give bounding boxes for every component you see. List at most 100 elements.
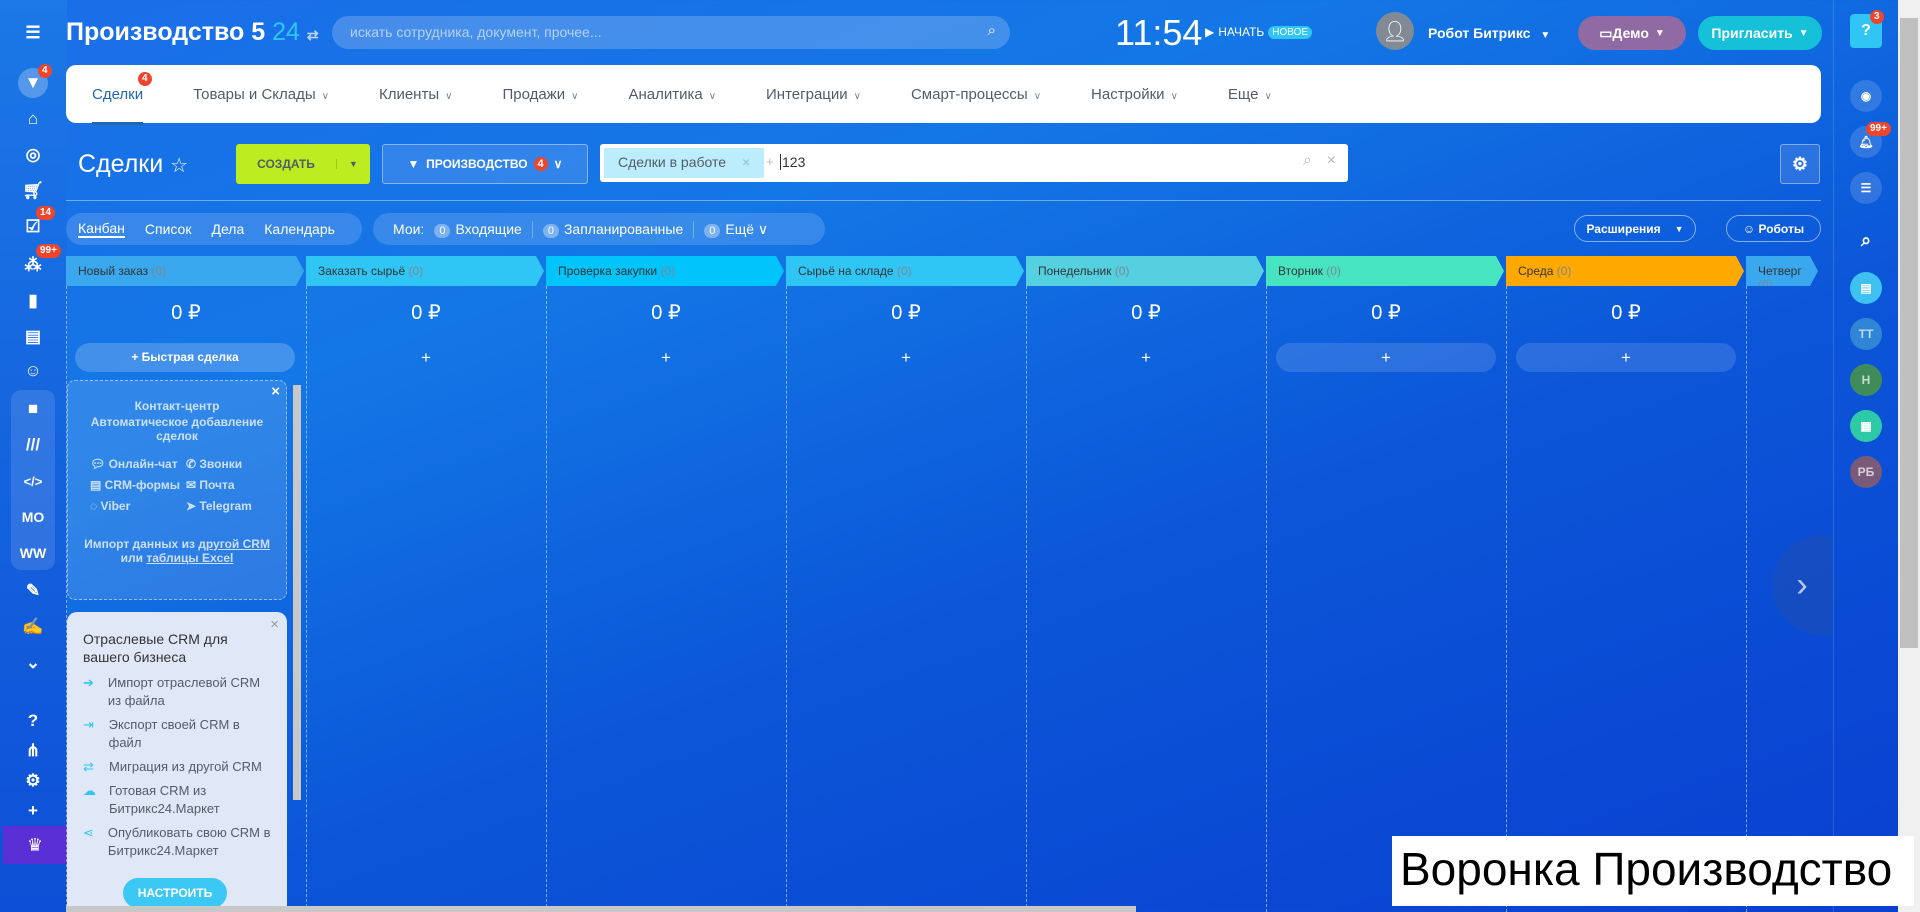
structure-icon[interactable]: ⋔ [18,736,48,766]
groups-icon[interactable]: ⁂ 99+ [18,244,61,280]
counter-more[interactable]: 0 Ещё ∨ [693,220,768,238]
tasks-icon[interactable]: ☑ 14 [18,206,56,242]
counter-planned[interactable]: 0 Запланированные [531,220,683,238]
quick-deal-button[interactable]: + Быстрая сделка [75,343,295,372]
contacts-icon[interactable]: ▤ [18,322,48,352]
nav-deals[interactable]: Сделки 4 [92,71,152,125]
help-icon[interactable]: ? 3 [1850,10,1884,48]
market-icon[interactable]: /// [18,430,48,460]
nav-sales[interactable]: Продажи ∨ [502,86,578,103]
add-deal-button[interactable]: + [1036,343,1256,372]
user-avatar[interactable]: 👤︎ [1376,12,1414,50]
column-header[interactable]: Заказать сырьё (0) [306,256,544,286]
bank-icon[interactable]: ⌂ [18,104,48,134]
tab-activities[interactable]: Дела [211,221,244,237]
global-search-input[interactable]: искать сотрудника, документ, прочее... ⌕ [332,16,1010,49]
configure-button[interactable]: НАСТРОИТЬ [123,878,227,908]
filter-tag[interactable]: Сделки в работе × [604,148,765,178]
horizontal-scrollbar[interactable] [66,906,1136,912]
add-deal-button[interactable]: + [316,343,536,372]
nav-clients[interactable]: Клиенты ∨ [379,86,452,103]
demo-button[interactable]: ▭ Демо ▼ [1578,16,1686,50]
extensions-button[interactable]: Расширения ▼ [1574,215,1696,242]
star-icon[interactable]: ☆ [170,155,188,177]
add-deal-button[interactable]: + [796,343,1016,372]
nav-analytics[interactable]: Аналитика ∨ [628,86,716,103]
tab-list[interactable]: Список [145,221,192,237]
pipeline-selector[interactable]: ▼ ПРОИЗВОДСТВО 4 ∨ [382,144,588,184]
column-header[interactable]: Вторник (0) [1266,256,1504,286]
crm-export[interactable]: ⇥ Экспорт своей CRM в файл [83,716,271,752]
add-icon[interactable]: + [18,796,48,826]
target-icon[interactable]: ◎ [18,140,48,170]
open-lines-icon[interactable]: ▤ [1850,272,1882,304]
avatar-tt[interactable]: ТТ [1850,318,1882,350]
robots-button[interactable]: ☺ Роботы [1726,215,1821,242]
invite-button[interactable]: Пригласить ▼ [1698,16,1822,50]
crm-migration[interactable]: ⇄ Миграция из другой CRM [83,758,271,776]
close-icon[interactable]: × [271,383,280,400]
avatar-n[interactable]: Н [1850,364,1882,396]
avatar-rb[interactable]: РБ [1850,456,1882,488]
column-header[interactable]: Сырьё на складе (0) [786,256,1024,286]
nav-smart-processes[interactable]: Смарт-процессы ∨ [911,86,1041,103]
clear-icon[interactable]: × [1327,152,1336,170]
search-icon[interactable]: ⌕ [988,22,996,39]
widget-scrollbar[interactable] [293,385,301,800]
tab-calendar[interactable]: Календарь [264,221,335,237]
channel-calls[interactable]: ✆ Звонки [186,457,278,471]
channel-online-chat[interactable]: 💬︎ Онлайн-чат [90,457,182,471]
channel-crm-forms[interactable]: ▤ CRM-формы [90,478,182,492]
gear-icon[interactable]: ⚙ [1780,144,1820,184]
filter-search-input[interactable]: Сделки в работе × + 123 ⌕ × [600,144,1348,182]
bell-icon[interactable]: 🔔︎ 99+ [1850,122,1891,158]
create-button[interactable]: СОЗДАТЬ ▼ [236,144,370,184]
close-icon[interactable]: × [270,616,279,633]
column-header[interactable]: Новый заказ (0) [66,256,304,286]
search-icon[interactable]: ⌕ [1850,224,1882,256]
crm-import[interactable]: ➔ Импорт отраслевой CRM из файла [83,674,271,710]
crm-publish[interactable]: ⋖ Опубликовать свою CRM в Битрикс24.Марке… [83,824,271,860]
crm-icon[interactable]: ▼ 4 [18,64,52,98]
add-deal-button[interactable]: + [1276,343,1496,372]
page-scrollbar[interactable] [1898,0,1920,912]
cart-icon[interactable]: 🛒︎ [18,176,48,206]
user-menu[interactable]: Робот Битрикс ▼ [1428,25,1550,41]
link-other-crm[interactable]: другой CRM [198,537,270,551]
column-header[interactable]: Четверг (0) [1746,256,1818,286]
nav-more[interactable]: Еще ∨ [1228,86,1272,103]
edit-doc-icon[interactable]: ✎ [18,576,48,606]
add-deal-button[interactable]: + [556,343,776,372]
analytics-icon[interactable]: ▮ [18,286,48,316]
crown-icon[interactable]: ♛ [3,826,67,864]
app-ww[interactable]: WW [18,538,48,568]
help-icon[interactable]: ? [18,706,48,736]
signature-icon[interactable]: ✍ [18,612,48,642]
copilot-icon[interactable]: ◉ [1850,80,1882,112]
app-mo[interactable]: MO [18,502,48,532]
channel-telegram[interactable]: ➤ Telegram [186,499,278,513]
menu-icon[interactable]: ☰ [18,18,48,48]
robot-icon[interactable]: ☺ [18,356,48,386]
column-header[interactable]: Понедельник (0) [1026,256,1264,286]
column-header[interactable]: Проверка закупки (0) [546,256,784,286]
nav-products[interactable]: Товары и Склады ∨ [193,86,329,103]
channel-viber[interactable]: ◌ Viber [90,499,182,513]
portal-title[interactable]: Производство 5 24 ⇄ [66,18,319,47]
box-icon[interactable]: ■ [18,394,48,424]
nav-integrations[interactable]: Интеграции ∨ [766,86,861,103]
search-icon[interactable]: ⌕ [1303,152,1312,170]
nav-settings[interactable]: Настройки ∨ [1091,86,1178,103]
crm-market[interactable]: ☁ Готовая CRM из Битрикс24.Маркет [83,782,271,818]
counter-incoming[interactable]: 0 Входящие [424,221,522,238]
chat-icon[interactable]: ☰ [1850,172,1882,204]
start-workday-button[interactable]: ▶ НАЧАТЬ НОВОЕ [1205,25,1313,39]
link-excel[interactable]: таблицы Excel [146,551,233,565]
column-header[interactable]: Среда (0) [1506,256,1744,286]
news-icon[interactable]: ▦ [1850,410,1882,442]
remove-tag-icon[interactable]: × [742,154,750,172]
tab-kanban[interactable]: Канбан [78,220,125,238]
settings-icon[interactable]: ⚙ [18,766,48,796]
channel-mail[interactable]: ✉ Почта [186,478,278,492]
code-icon[interactable]: </> [18,466,48,496]
